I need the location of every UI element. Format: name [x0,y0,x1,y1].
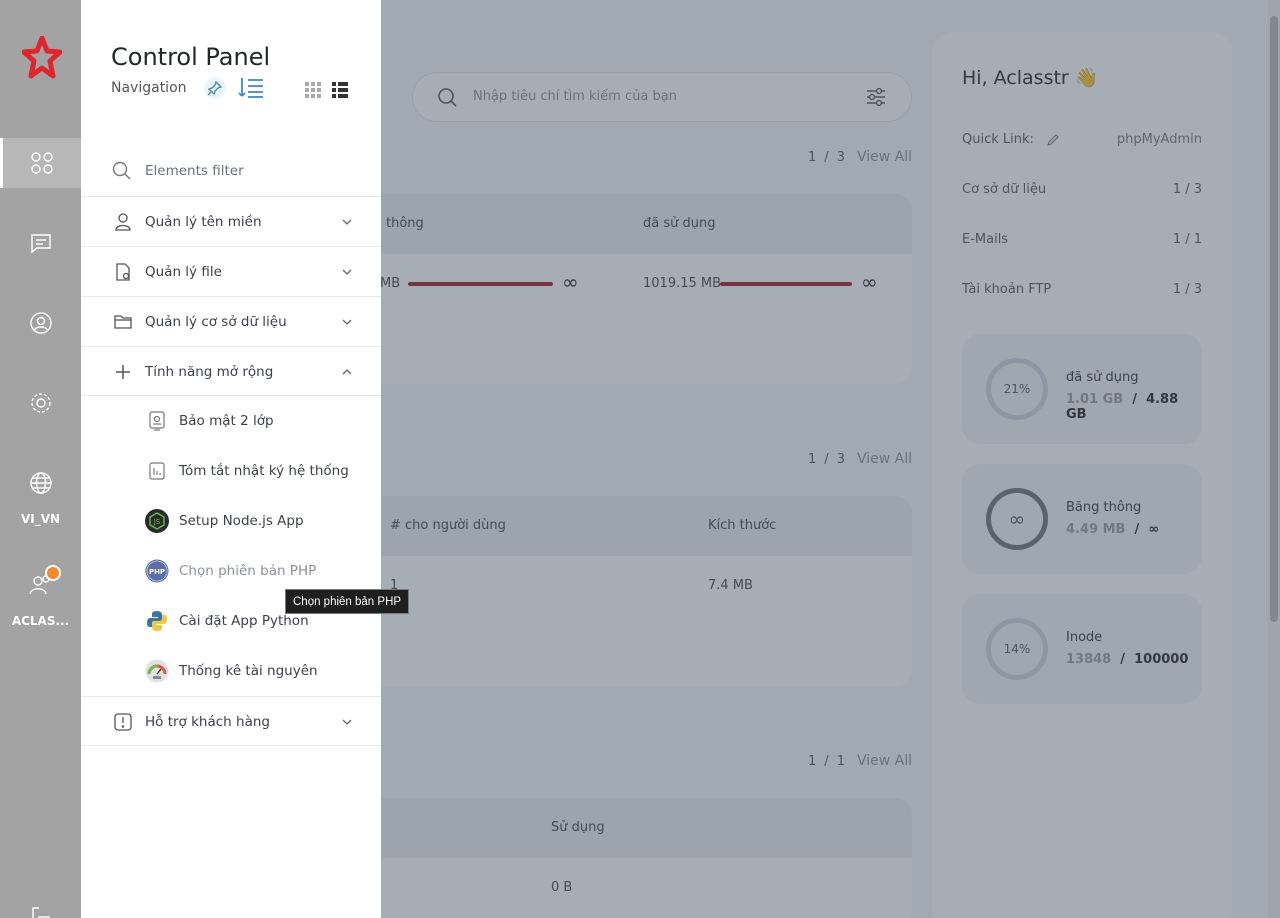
menu-domain-management[interactable]: Quản lý tên miền [81,196,381,246]
filter-input[interactable]: Elements filter [145,163,244,179]
notification-badge [45,565,61,581]
menu-file-management[interactable]: Quản lý file [81,246,381,296]
search-icon [112,161,131,180]
pin-icon [207,80,223,96]
navigation-panel: Control Panel Navigation Elements filter… [81,0,381,918]
svg-text:PHP: PHP [149,568,165,576]
folder-icon [114,315,132,329]
user-label[interactable]: ACLAS... [0,614,81,628]
detail-list-icon[interactable] [332,82,348,98]
globe-icon [29,472,52,494]
alert-icon [114,713,132,731]
rail-messages[interactable] [0,218,81,268]
submenu-log-summary[interactable]: Tóm tắt nhật ký hệ thống [81,446,381,496]
chevron-down-icon [342,319,352,325]
menu-extensions[interactable]: Tính năng mở rộng [81,346,381,396]
log-chart-icon [149,462,165,480]
icon-rail: VI_VN ACLAS... [0,0,81,918]
menu-customer-support[interactable]: Hỗ trợ khách hàng [81,696,381,746]
chevron-up-icon [342,369,352,375]
rail-language[interactable] [0,458,81,508]
nodejs-icon: JS [145,509,169,533]
resource-gauge-icon [145,659,169,683]
panel-title: Control Panel [111,43,271,71]
pin-button[interactable] [204,77,226,99]
logout-icon[interactable] [30,906,52,918]
gear-icon [30,393,51,413]
chevron-down-icon [342,219,352,225]
divider [81,745,381,746]
plus-icon [116,365,130,379]
chevron-down-icon [342,269,352,275]
language-label[interactable]: VI_VN [0,512,81,526]
menu-database-management[interactable]: Quản lý cơ sở dữ liệu [81,296,381,346]
php-icon: PHP [145,559,169,583]
panel-subtitle: Navigation [111,80,187,96]
submenu-two-factor-auth[interactable]: Bảo mật 2 lớp [81,396,381,446]
submenu-nodejs-app[interactable]: JS Setup Node.js App [81,496,381,546]
rail-dashboard[interactable] [0,138,81,188]
brand-logo-icon[interactable] [22,36,62,80]
list-view-icon[interactable] [238,76,264,100]
tooltip: Chọn phiên bản PHP [285,589,410,614]
submenu-resource-stats[interactable]: Thống kê tài nguyên [81,646,381,696]
user-icon [115,213,131,231]
rail-user-account[interactable] [0,560,81,610]
python-icon [147,611,167,631]
grid-circles-icon [31,152,53,174]
two-factor-icon [149,411,165,431]
svg-text:JS: JS [153,518,161,526]
user-circle-icon [29,312,52,334]
rail-settings[interactable] [0,378,81,428]
grid-view-icon[interactable] [305,82,321,98]
chevron-down-icon [342,719,352,725]
chat-icon [30,234,51,254]
elements-filter[interactable]: Elements filter [81,146,381,196]
file-icon [116,263,130,281]
rail-profile[interactable] [0,298,81,348]
